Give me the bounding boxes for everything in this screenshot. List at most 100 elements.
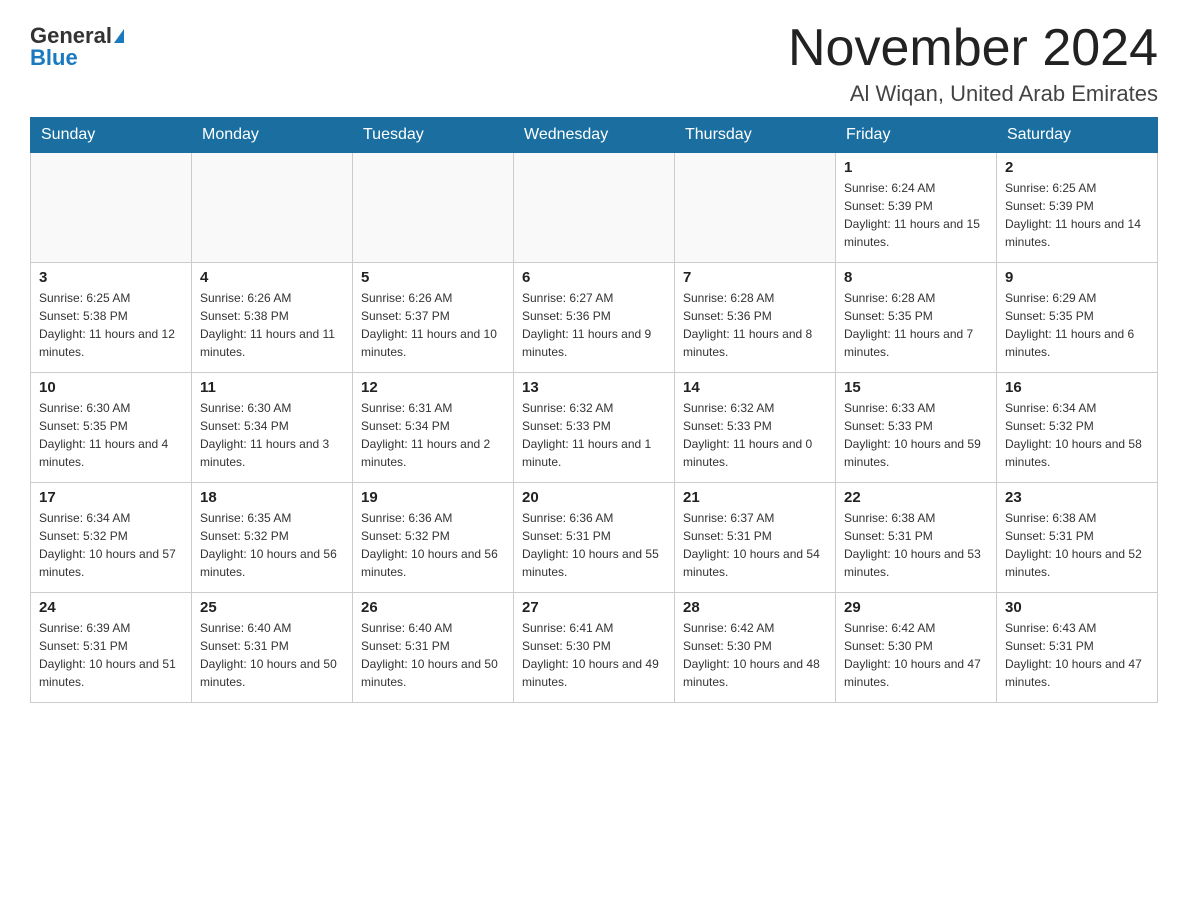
- week-row-5: 24Sunrise: 6:39 AM Sunset: 5:31 PM Dayli…: [31, 593, 1158, 703]
- calendar-cell: [514, 153, 675, 263]
- calendar-cell: 4 Sunrise: 6:26 AM Sunset: 5:38 PM Daylig…: [192, 263, 353, 373]
- day-number: 19: [361, 489, 505, 506]
- location-text: Al Wiqan, United Arab Emirates: [788, 81, 1158, 107]
- day-number: 6: [522, 269, 666, 286]
- day-info: Sunrise: 6:38 AM Sunset: 5:31 PM Dayligh…: [844, 509, 988, 581]
- calendar-cell: 12 Sunrise: 6:31 AM Sunset: 5:34 PM Dayli…: [353, 373, 514, 483]
- week-row-4: 17Sunrise: 6:34 AM Sunset: 5:32 PM Dayli…: [31, 483, 1158, 593]
- day-number: 5: [361, 269, 505, 286]
- col-header-saturday: Saturday: [997, 118, 1158, 153]
- day-number: 2: [1005, 159, 1149, 176]
- day-number: 9: [1005, 269, 1149, 286]
- day-info: Sunrise: 6:33 AM Sunset: 5:33 PM Dayligh…: [844, 399, 988, 471]
- day-info: Sunrise: 6:40 AM Sunset: 5:31 PM Dayligh…: [200, 619, 344, 691]
- calendar-cell: [353, 153, 514, 263]
- col-header-tuesday: Tuesday: [353, 118, 514, 153]
- calendar-cell: 7 Sunrise: 6:28 AM Sunset: 5:36 PM Daylig…: [675, 263, 836, 373]
- day-number: 26: [361, 599, 505, 616]
- day-number: 17: [39, 489, 183, 506]
- day-number: 20: [522, 489, 666, 506]
- day-info: Sunrise: 6:26 AM Sunset: 5:38 PM Dayligh…: [200, 289, 344, 361]
- day-number: 3: [39, 269, 183, 286]
- col-header-thursday: Thursday: [675, 118, 836, 153]
- day-number: 16: [1005, 379, 1149, 396]
- calendar-cell: [31, 153, 192, 263]
- logo-general-text: General: [30, 25, 112, 47]
- calendar-cell: 1 Sunrise: 6:24 AM Sunset: 5:39 PM Daylig…: [836, 153, 997, 263]
- day-number: 30: [1005, 599, 1149, 616]
- day-number: 10: [39, 379, 183, 396]
- day-info: Sunrise: 6:28 AM Sunset: 5:36 PM Dayligh…: [683, 289, 827, 361]
- day-info: Sunrise: 6:34 AM Sunset: 5:32 PM Dayligh…: [1005, 399, 1149, 471]
- day-info: Sunrise: 6:42 AM Sunset: 5:30 PM Dayligh…: [683, 619, 827, 691]
- day-info: Sunrise: 6:41 AM Sunset: 5:30 PM Dayligh…: [522, 619, 666, 691]
- calendar-cell: 26 Sunrise: 6:40 AM Sunset: 5:31 PM Dayli…: [353, 593, 514, 703]
- day-info: Sunrise: 6:27 AM Sunset: 5:36 PM Dayligh…: [522, 289, 666, 361]
- day-number: 28: [683, 599, 827, 616]
- calendar-cell: 19 Sunrise: 6:36 AM Sunset: 5:32 PM Dayli…: [353, 483, 514, 593]
- calendar-header-row: SundayMondayTuesdayWednesdayThursdayFrid…: [31, 118, 1158, 153]
- week-row-1: 1 Sunrise: 6:24 AM Sunset: 5:39 PM Daylig…: [31, 153, 1158, 263]
- week-row-2: 3Sunrise: 6:25 AM Sunset: 5:38 PM Daylig…: [31, 263, 1158, 373]
- calendar-cell: [675, 153, 836, 263]
- calendar-cell: 5 Sunrise: 6:26 AM Sunset: 5:37 PM Daylig…: [353, 263, 514, 373]
- calendar-cell: 8Sunrise: 6:28 AM Sunset: 5:35 PM Daylig…: [836, 263, 997, 373]
- calendar-cell: 15 Sunrise: 6:33 AM Sunset: 5:33 PM Dayli…: [836, 373, 997, 483]
- day-number: 11: [200, 379, 344, 396]
- day-info: Sunrise: 6:35 AM Sunset: 5:32 PM Dayligh…: [200, 509, 344, 581]
- day-number: 24: [39, 599, 183, 616]
- day-number: 21: [683, 489, 827, 506]
- day-info: Sunrise: 6:36 AM Sunset: 5:32 PM Dayligh…: [361, 509, 505, 581]
- calendar-cell: 27Sunrise: 6:41 AM Sunset: 5:30 PM Dayli…: [514, 593, 675, 703]
- day-info: Sunrise: 6:32 AM Sunset: 5:33 PM Dayligh…: [522, 399, 666, 471]
- calendar-cell: 21 Sunrise: 6:37 AM Sunset: 5:31 PM Dayli…: [675, 483, 836, 593]
- week-row-3: 10 Sunrise: 6:30 AM Sunset: 5:35 PM Dayli…: [31, 373, 1158, 483]
- day-number: 18: [200, 489, 344, 506]
- logo: General Blue: [30, 20, 124, 69]
- day-info: Sunrise: 6:29 AM Sunset: 5:35 PM Dayligh…: [1005, 289, 1149, 361]
- day-number: 7: [683, 269, 827, 286]
- page-header: General Blue November 2024 Al Wiqan, Uni…: [30, 20, 1158, 107]
- calendar-cell: 10 Sunrise: 6:30 AM Sunset: 5:35 PM Dayli…: [31, 373, 192, 483]
- calendar-cell: 24Sunrise: 6:39 AM Sunset: 5:31 PM Dayli…: [31, 593, 192, 703]
- day-number: 22: [844, 489, 988, 506]
- calendar-cell: 18 Sunrise: 6:35 AM Sunset: 5:32 PM Dayli…: [192, 483, 353, 593]
- calendar-cell: 14 Sunrise: 6:32 AM Sunset: 5:33 PM Dayli…: [675, 373, 836, 483]
- day-info: Sunrise: 6:31 AM Sunset: 5:34 PM Dayligh…: [361, 399, 505, 471]
- calendar-cell: [192, 153, 353, 263]
- day-info: Sunrise: 6:25 AM Sunset: 5:39 PM Dayligh…: [1005, 179, 1149, 251]
- calendar-cell: 29Sunrise: 6:42 AM Sunset: 5:30 PM Dayli…: [836, 593, 997, 703]
- day-number: 12: [361, 379, 505, 396]
- day-number: 14: [683, 379, 827, 396]
- day-info: Sunrise: 6:37 AM Sunset: 5:31 PM Dayligh…: [683, 509, 827, 581]
- calendar-cell: 30 Sunrise: 6:43 AM Sunset: 5:31 PM Dayli…: [997, 593, 1158, 703]
- col-header-sunday: Sunday: [31, 118, 192, 153]
- day-info: Sunrise: 6:24 AM Sunset: 5:39 PM Dayligh…: [844, 179, 988, 251]
- day-number: 1: [844, 159, 988, 176]
- calendar-cell: 11Sunrise: 6:30 AM Sunset: 5:34 PM Dayli…: [192, 373, 353, 483]
- day-info: Sunrise: 6:38 AM Sunset: 5:31 PM Dayligh…: [1005, 509, 1149, 581]
- col-header-friday: Friday: [836, 118, 997, 153]
- calendar-table: SundayMondayTuesdayWednesdayThursdayFrid…: [30, 117, 1158, 703]
- day-number: 13: [522, 379, 666, 396]
- day-info: Sunrise: 6:42 AM Sunset: 5:30 PM Dayligh…: [844, 619, 988, 691]
- day-info: Sunrise: 6:30 AM Sunset: 5:35 PM Dayligh…: [39, 399, 183, 471]
- day-number: 15: [844, 379, 988, 396]
- logo-blue-text: Blue: [30, 47, 78, 69]
- day-number: 4: [200, 269, 344, 286]
- day-info: Sunrise: 6:43 AM Sunset: 5:31 PM Dayligh…: [1005, 619, 1149, 691]
- calendar-cell: 13 Sunrise: 6:32 AM Sunset: 5:33 PM Dayli…: [514, 373, 675, 483]
- day-info: Sunrise: 6:36 AM Sunset: 5:31 PM Dayligh…: [522, 509, 666, 581]
- day-info: Sunrise: 6:40 AM Sunset: 5:31 PM Dayligh…: [361, 619, 505, 691]
- logo-triangle-icon: [114, 29, 124, 43]
- calendar-cell: 3Sunrise: 6:25 AM Sunset: 5:38 PM Daylig…: [31, 263, 192, 373]
- day-info: Sunrise: 6:32 AM Sunset: 5:33 PM Dayligh…: [683, 399, 827, 471]
- calendar-cell: 25Sunrise: 6:40 AM Sunset: 5:31 PM Dayli…: [192, 593, 353, 703]
- calendar-cell: 20 Sunrise: 6:36 AM Sunset: 5:31 PM Dayli…: [514, 483, 675, 593]
- day-number: 23: [1005, 489, 1149, 506]
- calendar-cell: 2 Sunrise: 6:25 AM Sunset: 5:39 PM Daylig…: [997, 153, 1158, 263]
- title-block: November 2024 Al Wiqan, United Arab Emir…: [788, 20, 1158, 107]
- calendar-cell: 23 Sunrise: 6:38 AM Sunset: 5:31 PM Dayli…: [997, 483, 1158, 593]
- day-info: Sunrise: 6:26 AM Sunset: 5:37 PM Dayligh…: [361, 289, 505, 361]
- calendar-cell: 22 Sunrise: 6:38 AM Sunset: 5:31 PM Dayli…: [836, 483, 997, 593]
